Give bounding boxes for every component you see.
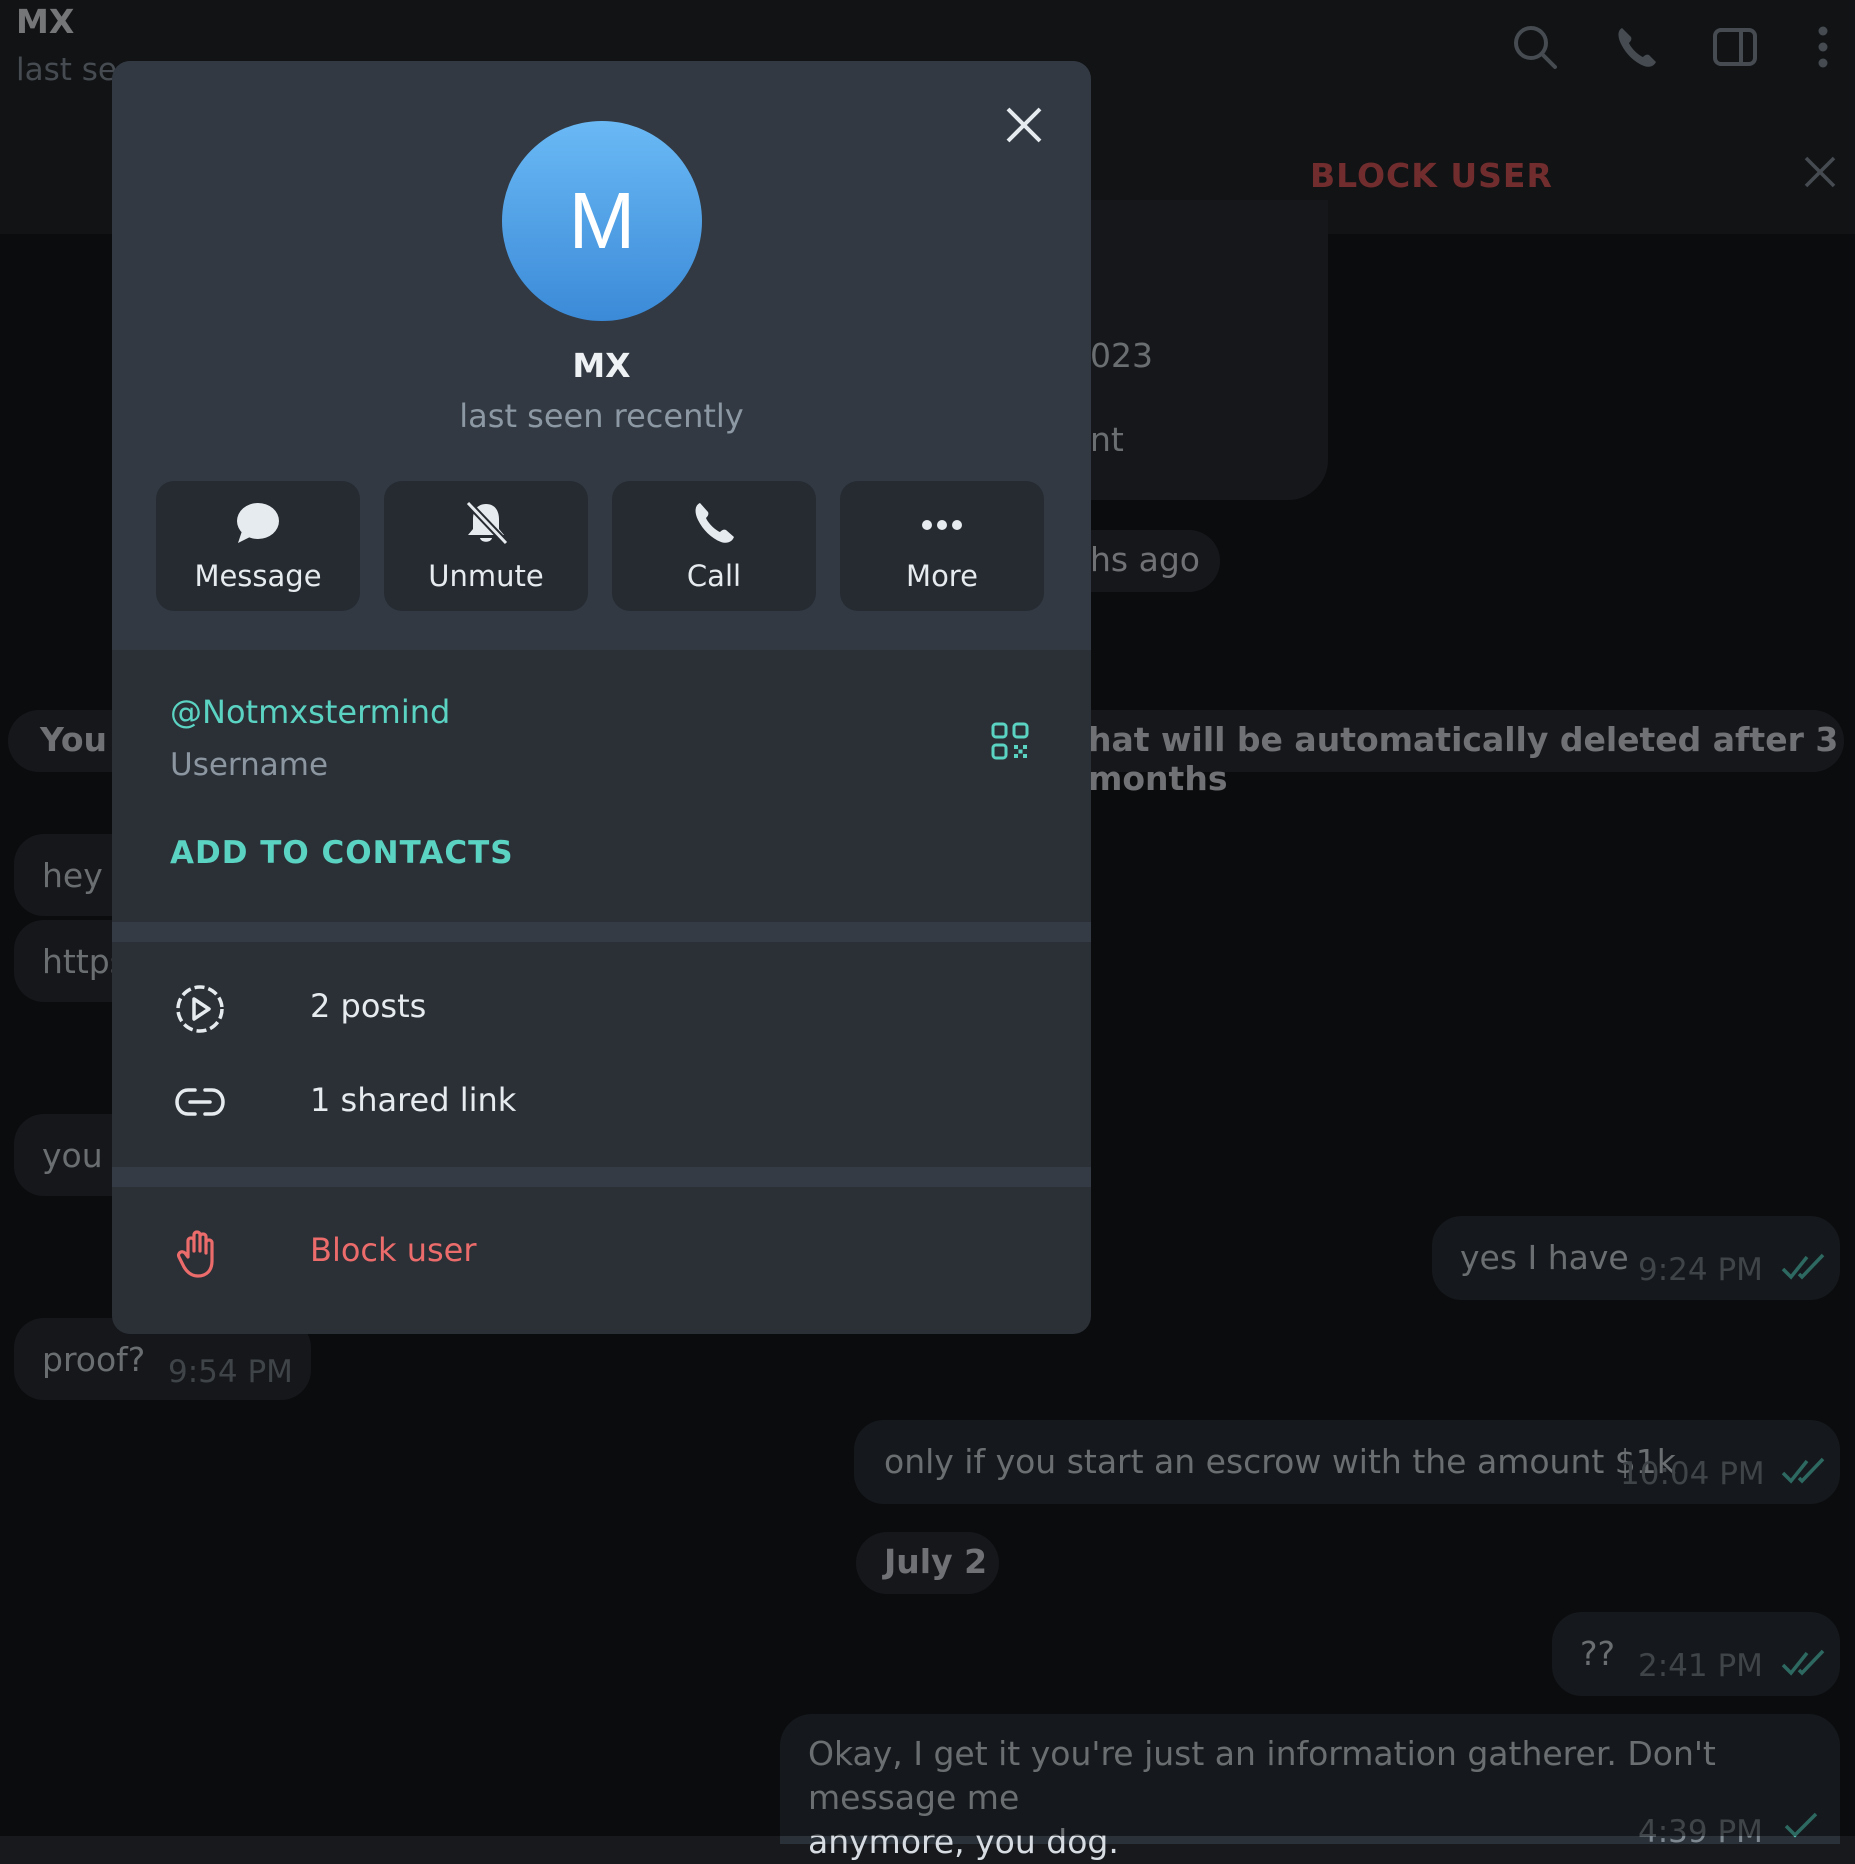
message-time: 10:04 PM: [1620, 1456, 1765, 1492]
message-time: 4:39 PM: [1638, 1814, 1763, 1850]
chat-status: last se: [16, 52, 117, 88]
message-text: yes I have: [1460, 1238, 1629, 1277]
section-divider: [112, 922, 1091, 942]
profile-name: MX: [572, 346, 631, 385]
stories-icon: [176, 985, 224, 1033]
message-time: 9:54 PM: [168, 1354, 293, 1390]
profile-header-section: M MX last seen recently Message Unmute C…: [112, 61, 1091, 650]
message-text: only if you start an escrow with the amo…: [884, 1442, 1676, 1481]
qr-code-icon[interactable]: [990, 721, 1030, 761]
more-dots-icon: [922, 520, 962, 530]
message-button-label: Message: [194, 559, 322, 593]
link-icon: [175, 1088, 225, 1116]
message-bubble-outgoing[interactable]: ?? 2:41 PM: [1552, 1612, 1840, 1696]
double-check-icon: [1781, 1253, 1825, 1280]
close-icon[interactable]: [1000, 101, 1048, 149]
sidebar-toggle-icon[interactable]: [1710, 22, 1760, 72]
message-text: hey: [42, 856, 103, 895]
date-separator-text: July 2: [884, 1542, 988, 1581]
message-bubble-outgoing[interactable]: yes I have 9:24 PM: [1432, 1216, 1840, 1300]
shared-links-row[interactable]: 1 shared link: [310, 1081, 516, 1119]
block-user-button[interactable]: Block user: [310, 1231, 477, 1269]
chat-title[interactable]: MX: [16, 2, 74, 41]
service-text: hs ago: [1090, 540, 1200, 579]
message-bubble-outgoing[interactable]: only if you start an escrow with the amo…: [854, 1420, 1840, 1504]
info-fragment-year: 023: [1090, 336, 1153, 375]
call-button[interactable]: Call: [612, 481, 816, 611]
info-fragment-nt: nt: [1090, 420, 1124, 459]
close-icon[interactable]: [1800, 152, 1840, 192]
date-separator: July 2: [856, 1532, 999, 1594]
section-divider: [112, 1167, 1091, 1187]
posts-row[interactable]: 2 posts: [310, 987, 426, 1025]
phone-icon[interactable]: [1612, 22, 1662, 72]
message-text-line: Okay, I get it you're just an informatio…: [808, 1734, 1716, 1817]
username-value[interactable]: @Notmxstermind: [170, 693, 450, 731]
message-button[interactable]: Message: [156, 481, 360, 611]
message-text: ??: [1580, 1634, 1616, 1673]
unmute-button-label: Unmute: [428, 559, 544, 593]
double-check-icon: [1781, 1649, 1825, 1676]
double-check-icon: [1781, 1457, 1825, 1484]
profile-status: last seen recently: [459, 397, 744, 435]
message-bubble-outgoing[interactable]: Okay, I get it you're just an informatio…: [780, 1714, 1840, 1861]
message-icon: [237, 503, 279, 543]
service-right-text: hat will be automatically deleted after …: [1088, 720, 1839, 798]
block-user-bar-button[interactable]: BLOCK USER: [1310, 156, 1553, 195]
more-button[interactable]: More: [840, 481, 1044, 611]
username-label: Username: [170, 747, 329, 783]
block-hand-icon: [176, 1230, 214, 1278]
search-icon[interactable]: [1510, 22, 1560, 72]
avatar[interactable]: M: [502, 121, 702, 321]
message-time: 9:24 PM: [1638, 1252, 1763, 1288]
more-vertical-icon[interactable]: [1798, 22, 1848, 72]
message-time: 2:41 PM: [1638, 1648, 1763, 1684]
phone-icon: [695, 503, 734, 543]
message-text: proof?: [42, 1340, 146, 1379]
more-button-label: More: [906, 559, 978, 593]
add-to-contacts-button[interactable]: ADD TO CONTACTS: [170, 835, 514, 871]
unmute-button[interactable]: Unmute: [384, 481, 588, 611]
call-button-label: Call: [686, 559, 742, 593]
user-profile-dialog: M MX last seen recently Message Unmute C…: [112, 61, 1091, 1334]
bell-off-icon: [465, 500, 509, 546]
